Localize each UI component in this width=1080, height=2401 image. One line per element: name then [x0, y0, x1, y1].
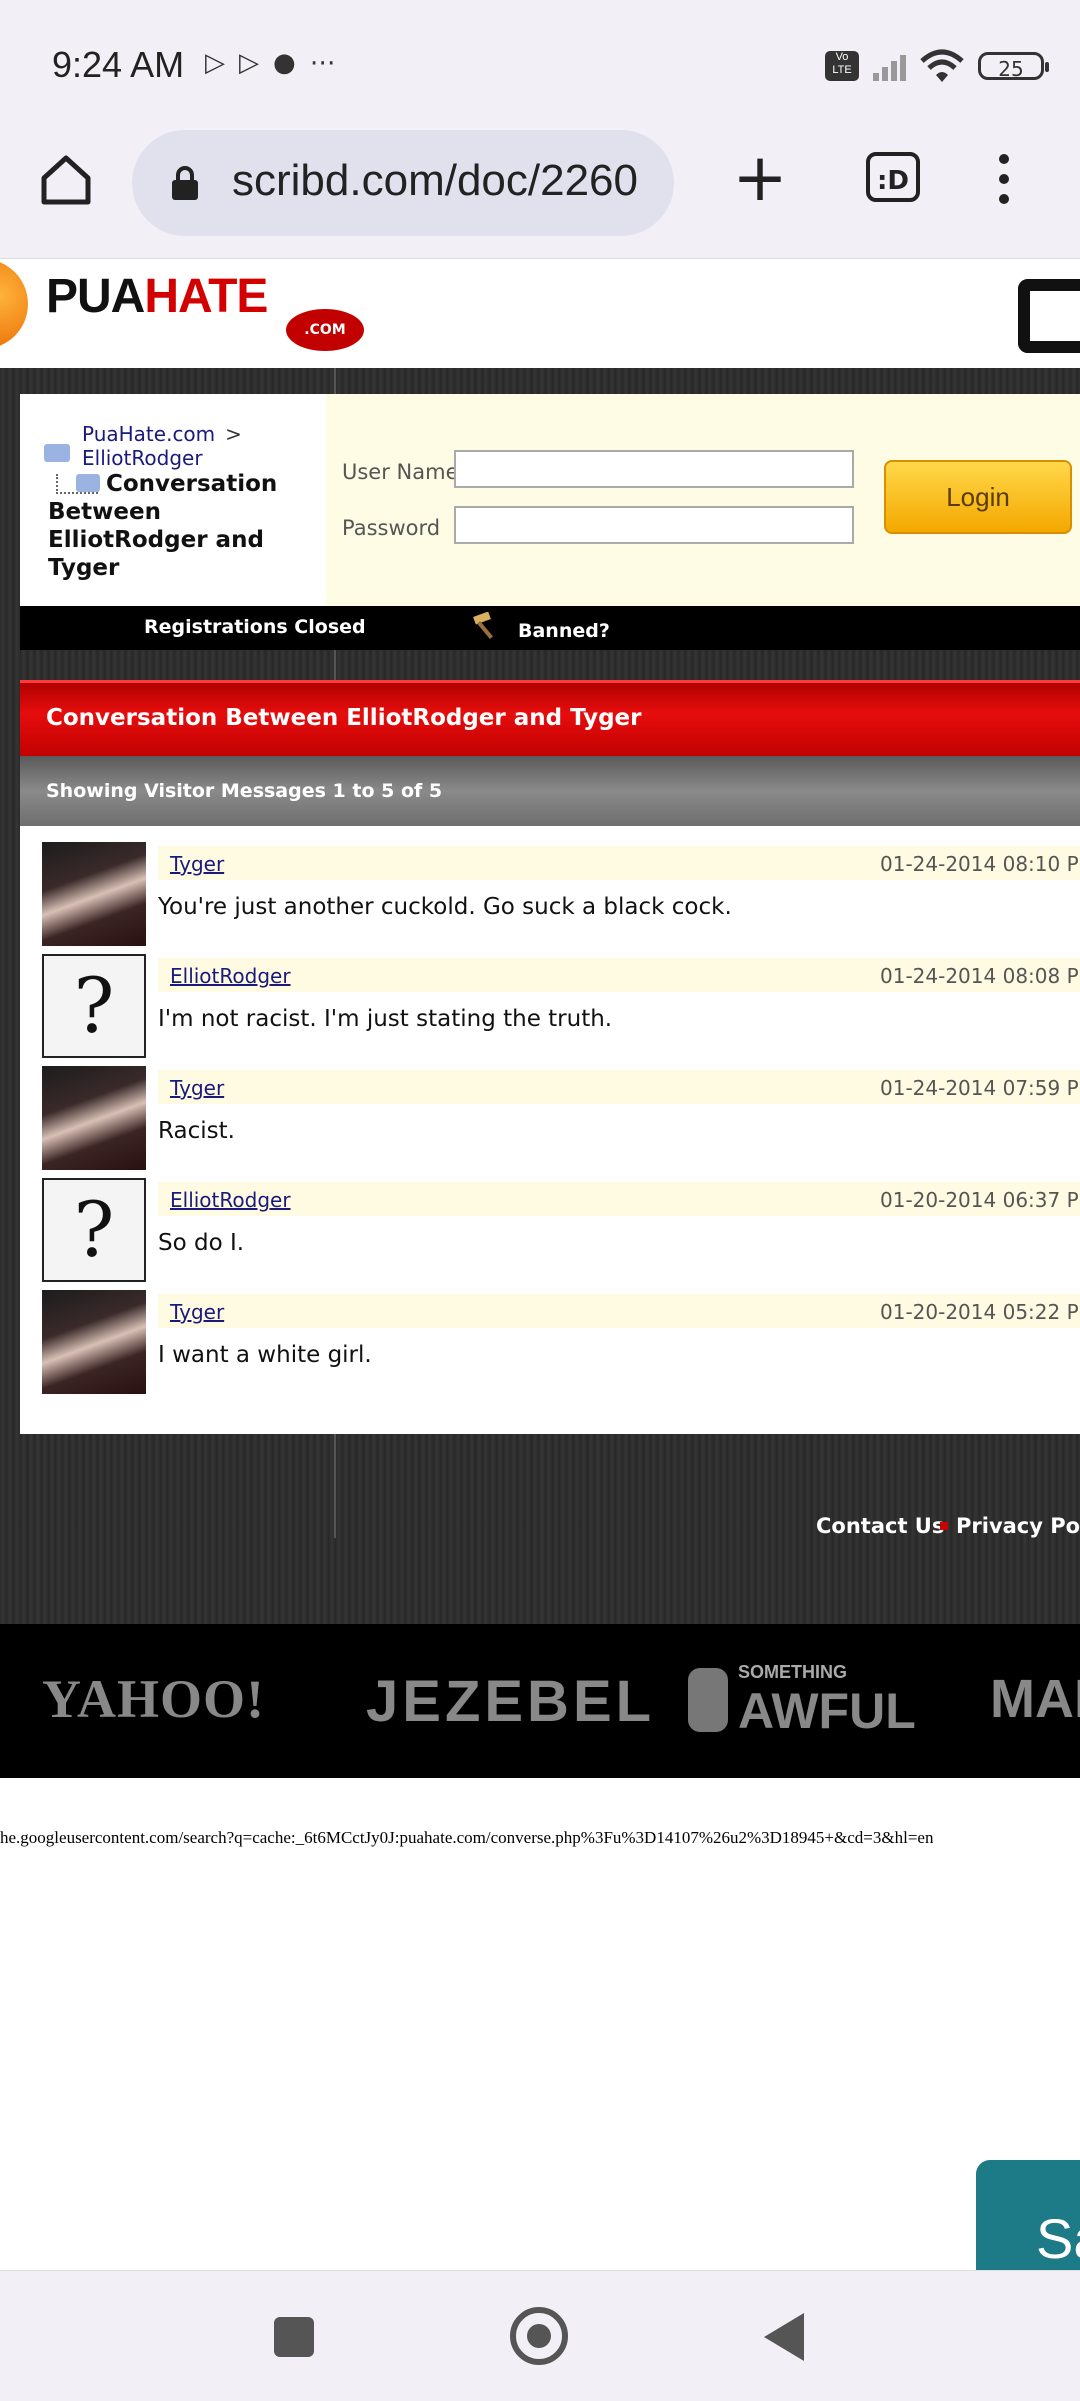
message-date: 01-24-2014 08:08 PM	[880, 964, 1080, 988]
password-label: Password	[342, 516, 441, 540]
yahoo-logo[interactable]: YAHOO!	[42, 1668, 265, 1730]
message-date: 01-20-2014 06:37 PM	[880, 1188, 1080, 1212]
site-header: PUAHATE .COM	[0, 258, 1080, 369]
jezebel-logo[interactable]: JEZEBEL	[366, 1668, 655, 1735]
breadcrumb: PuaHate.com > ElliotRodger Conversation B…	[20, 394, 326, 606]
username-label: User Name	[342, 460, 459, 484]
something-awful-logo[interactable]: AWFUL	[738, 1682, 916, 1740]
separator-dot	[940, 1522, 948, 1530]
username-field[interactable]	[454, 450, 854, 488]
avatar[interactable]: ?	[42, 1178, 146, 1282]
address-bar[interactable]: scribd.com/doc/2260	[132, 130, 674, 236]
web-page: PUAHATE .COM PuaHate.com > ElliotRodger C…	[0, 258, 1080, 2270]
login-button[interactable]: Login	[884, 460, 1072, 534]
grenade-icon	[688, 1668, 728, 1732]
partner-logo-partial[interactable]: MAN	[990, 1668, 1080, 1730]
contact-us-link[interactable]: Contact Us	[816, 1514, 944, 1538]
folder-icon	[44, 444, 70, 462]
home-icon[interactable]	[510, 2307, 568, 2365]
menu-icon[interactable]	[994, 150, 1014, 214]
message-text: I want a white girl.	[158, 1342, 372, 1368]
message-username[interactable]: ElliotRodger	[170, 964, 291, 988]
partial-logo-icon	[1018, 279, 1080, 353]
message-header: ElliotRodger 01-20-2014 06:37 PM	[158, 1182, 1080, 1216]
back-icon[interactable]	[764, 2313, 804, 2361]
logo-splat-icon: .COM	[286, 309, 364, 351]
breadcrumb-user-link[interactable]: ElliotRodger	[82, 446, 203, 470]
login-form: User Name Password Login	[326, 394, 1080, 606]
section-title: Conversation Between ElliotRodger and Ty…	[46, 705, 642, 731]
message-text: Racist.	[158, 1118, 235, 1144]
play-icon: ▷	[239, 48, 273, 78]
system-indicators: Vo LTE 25	[825, 46, 1049, 86]
cache-url: he.googleusercontent.com/search?q=cache:…	[0, 1828, 934, 1847]
hammer-icon	[473, 612, 493, 639]
avatar[interactable]	[42, 842, 146, 946]
new-tab-icon[interactable]: +	[730, 145, 790, 211]
results-count: Showing Visitor Messages 1 to 5 of 5	[46, 780, 443, 802]
message-list: Tyger 01-24-2014 08:10 PM You're just an…	[20, 826, 1080, 1434]
message-date: 01-24-2014 07:59 PM	[880, 1076, 1080, 1100]
save-button[interactable]: Sa	[976, 2160, 1080, 2270]
browser-toolbar: scribd.com/doc/2260 + :D	[0, 130, 1080, 258]
message-username[interactable]: Tyger	[170, 852, 224, 876]
avatar[interactable]: ?	[42, 954, 146, 1058]
message-header: ElliotRodger 01-24-2014 08:08 PM	[158, 958, 1080, 992]
message-item: Tyger 01-24-2014 08:10 PM You're just an…	[20, 836, 1080, 946]
signal-icon	[873, 51, 906, 81]
privacy-policy-link[interactable]: Privacy Policy	[956, 1514, 1080, 1538]
navbar-panel: PuaHate.com > ElliotRodger Conversation B…	[20, 394, 1080, 606]
notification-icons: ▷▷●⋯	[205, 48, 350, 78]
registrations-closed: Registrations Closed	[144, 616, 366, 638]
message-text: You're just another cuckold. Go suck a b…	[158, 894, 732, 920]
lock-icon	[172, 166, 198, 200]
message-header: Tyger 01-24-2014 08:10 PM	[158, 846, 1080, 880]
message-item: ? ElliotRodger 01-20-2014 06:37 PM So do…	[20, 1172, 1080, 1282]
message-text: I'm not racist. I'm just stating the tru…	[158, 1006, 613, 1032]
breadcrumb-home-link[interactable]: PuaHate.com >	[82, 422, 242, 446]
clock: 9:24 AM	[52, 44, 185, 85]
message-item: ? ElliotRodger 01-24-2014 08:08 PM I'm n…	[20, 948, 1080, 1058]
page-title: Conversation Between ElliotRodger and Ty…	[48, 471, 278, 581]
partner-logos: YAHOO! JEZEBEL SOMETHING AWFUL MAN	[0, 1624, 1080, 1778]
logo-orb-icon	[0, 259, 28, 349]
notice-bar: Registrations Closed Banned?	[20, 606, 1080, 650]
message-date: 01-20-2014 05:22 PM	[880, 1300, 1080, 1324]
question-mark-icon: ?	[73, 961, 115, 1050]
recents-icon[interactable]	[274, 2317, 314, 2357]
volte-icon: Vo LTE	[825, 51, 859, 81]
tabs-icon[interactable]: :D	[866, 152, 920, 202]
section-header: Conversation Between ElliotRodger and Ty…	[20, 680, 1080, 759]
battery-icon: 25	[978, 52, 1049, 81]
system-nav-bar	[0, 2270, 1080, 2401]
more-icon: ⋯	[309, 48, 350, 78]
avatar[interactable]	[42, 1066, 146, 1170]
reddit-icon: ●	[273, 48, 310, 78]
question-mark-icon: ?	[73, 1185, 115, 1274]
message-text: So do I.	[158, 1230, 245, 1256]
results-bar: Showing Visitor Messages 1 to 5 of 5	[20, 756, 1080, 826]
avatar[interactable]	[42, 1290, 146, 1394]
message-header: Tyger 01-20-2014 05:22 PM	[158, 1294, 1080, 1328]
status-bar: 9:24 AM ▷▷●⋯ Vo LTE 25	[0, 0, 1080, 130]
site-logo[interactable]: PUAHATE	[46, 269, 268, 324]
play-icon: ▷	[205, 48, 239, 78]
password-field[interactable]	[454, 506, 854, 544]
message-date: 01-24-2014 08:10 PM	[880, 852, 1080, 876]
message-header: Tyger 01-24-2014 07:59 PM	[158, 1070, 1080, 1104]
wifi-icon	[920, 49, 964, 82]
message-username[interactable]: Tyger	[170, 1300, 224, 1324]
home-icon[interactable]	[36, 150, 96, 210]
banned-link[interactable]: Banned?	[518, 620, 610, 642]
message-username[interactable]: ElliotRodger	[170, 1188, 291, 1212]
url-text: scribd.com/doc/2260	[232, 156, 638, 205]
message-item: Tyger 01-20-2014 05:22 PM I want a white…	[20, 1284, 1080, 1394]
message-item: Tyger 01-24-2014 07:59 PM Racist.	[20, 1060, 1080, 1170]
message-username[interactable]: Tyger	[170, 1076, 224, 1100]
something-awful-logo-top[interactable]: SOMETHING	[738, 1662, 847, 1683]
